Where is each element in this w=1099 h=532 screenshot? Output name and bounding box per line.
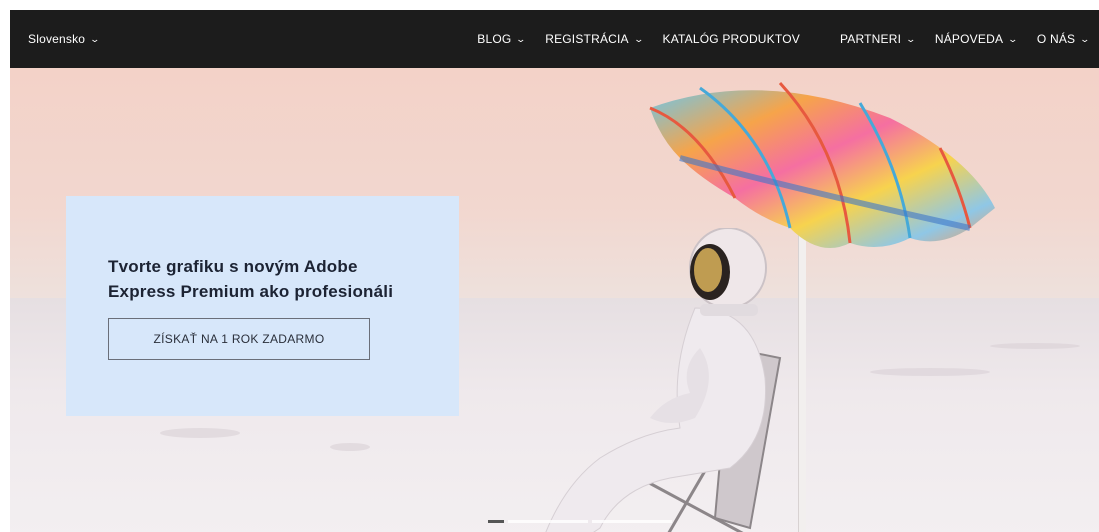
carousel-indicator xyxy=(488,520,672,523)
chevron-down-icon: ⌄ xyxy=(515,33,527,44)
astronaut-illustration xyxy=(545,228,782,532)
chevron-down-icon: ⌄ xyxy=(905,33,917,44)
snow-shadow xyxy=(160,428,240,438)
promo-title: Tvorte grafiku s novým Adobe Express Pre… xyxy=(108,257,394,301)
nav-item-partneri[interactable]: PARTNERI ⌄ xyxy=(830,32,925,46)
nav-label: REGISTRÁCIA xyxy=(545,32,629,46)
chevron-down-icon: ⌄ xyxy=(633,33,645,44)
carousel-dot-2[interactable] xyxy=(508,520,588,523)
top-navigation: Slovensko ⌄ BLOG ⌄ REGISTRÁCIA ⌄ KATALÓG… xyxy=(10,10,1099,68)
nav-item-o-nas[interactable]: O NÁS ⌄ xyxy=(1027,32,1099,46)
main-menu: BLOG ⌄ REGISTRÁCIA ⌄ KATALÓG PRODUKTOV P… xyxy=(467,10,1099,68)
nav-item-registracia[interactable]: REGISTRÁCIA ⌄ xyxy=(535,32,652,46)
carousel-dot-3[interactable] xyxy=(592,520,672,523)
region-label: Slovensko xyxy=(28,32,86,46)
promo-card: Tvorte grafiku s novým Adobe Express Pre… xyxy=(66,196,459,416)
carousel-dot-1[interactable] xyxy=(488,520,504,523)
snow-shadow xyxy=(330,443,370,451)
page-frame: Slovensko ⌄ BLOG ⌄ REGISTRÁCIA ⌄ KATALÓG… xyxy=(10,10,1099,532)
nav-item-blog[interactable]: BLOG ⌄ xyxy=(467,32,535,46)
hero-banner: Tvorte grafiku s novým Adobe Express Pre… xyxy=(10,68,1099,532)
chevron-down-icon: ⌄ xyxy=(1079,33,1091,44)
region-selector[interactable]: Slovensko ⌄ xyxy=(28,10,101,68)
nav-item-katalog-produktov[interactable]: KATALÓG PRODUKTOV xyxy=(653,32,810,46)
nav-label: PARTNERI xyxy=(839,32,902,46)
nav-label: BLOG xyxy=(477,32,512,46)
chevron-down-icon: ⌄ xyxy=(1007,33,1019,44)
nav-label: KATALÓG PRODUKTOV xyxy=(662,32,800,46)
chevron-down-icon: ⌄ xyxy=(89,33,101,44)
snow-shadow xyxy=(990,343,1080,349)
nav-label: NÁPOVEDA xyxy=(934,32,1004,46)
snow-shadow xyxy=(870,368,990,376)
nav-label: O NÁS xyxy=(1036,32,1076,46)
nav-item-napoveda[interactable]: NÁPOVEDA ⌄ xyxy=(925,32,1027,46)
get-free-year-button[interactable]: ZÍSKAŤ NA 1 ROK ZADARMO xyxy=(108,318,370,360)
